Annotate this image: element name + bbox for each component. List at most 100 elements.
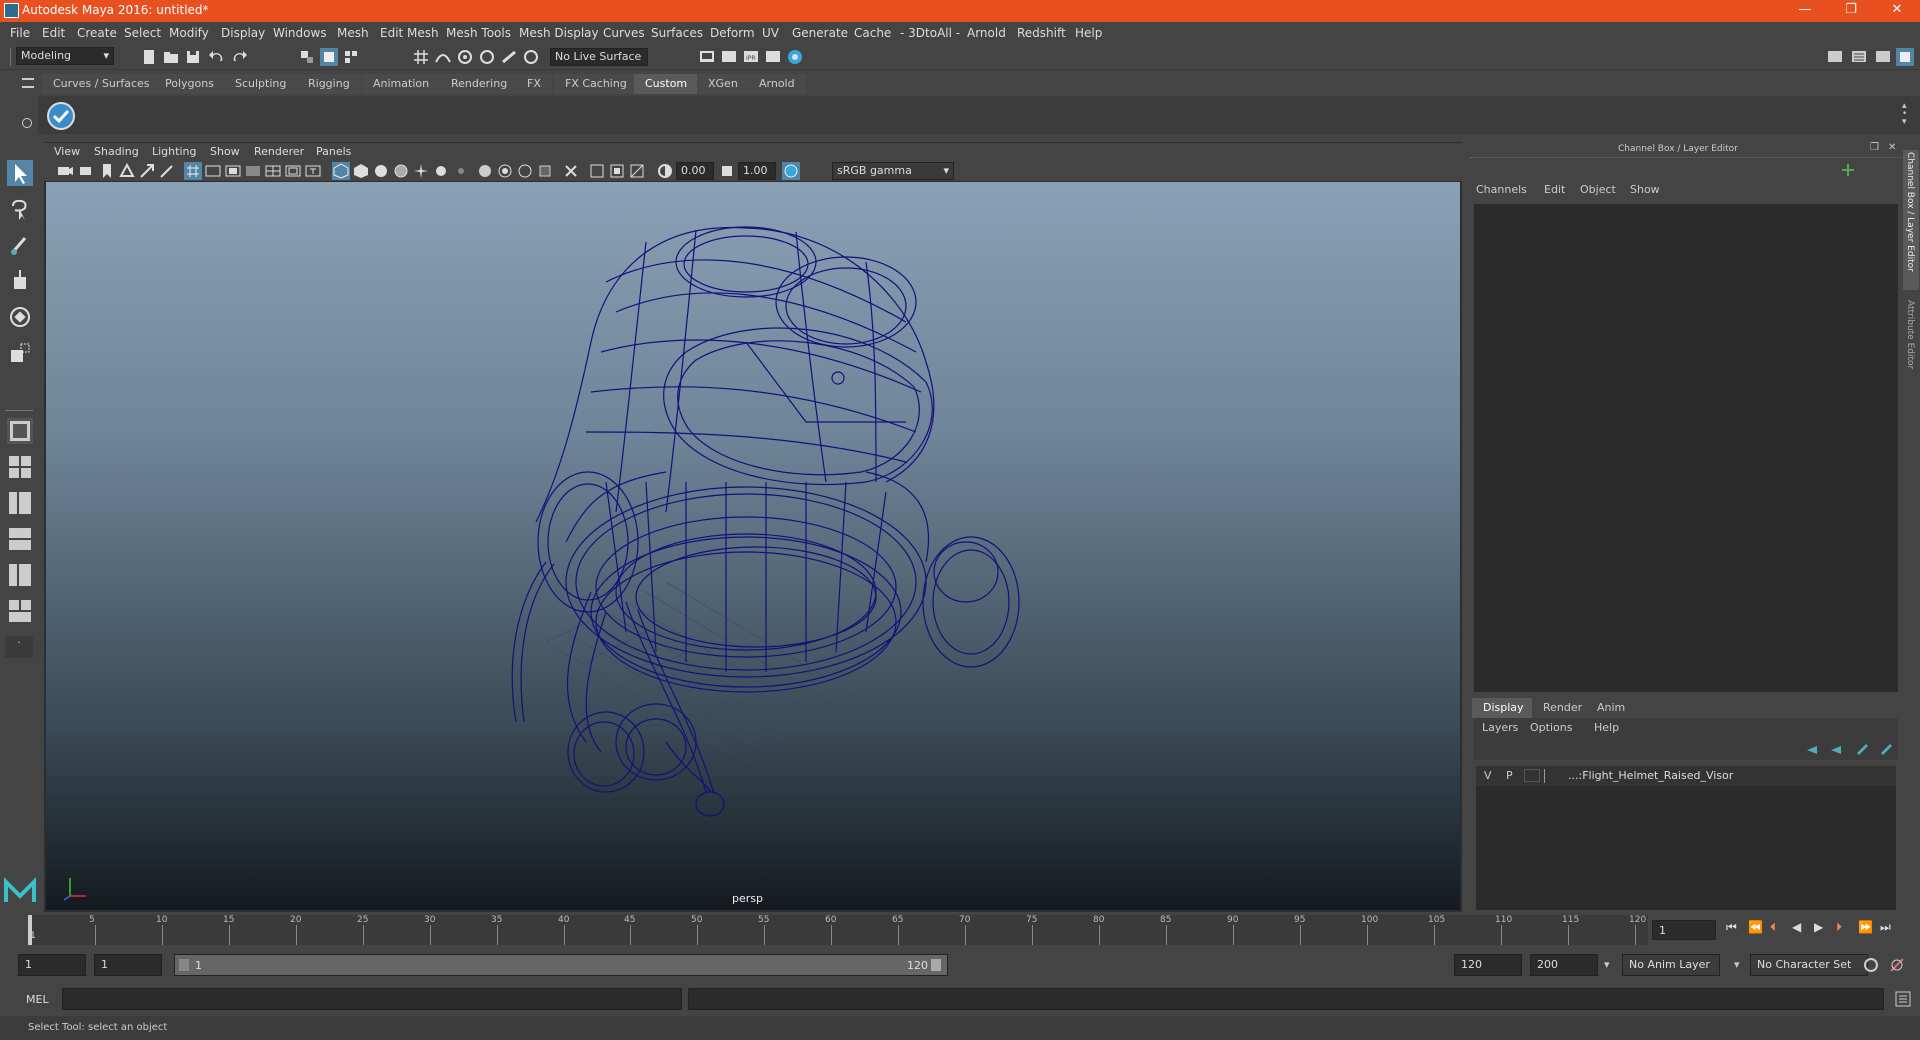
single-perspective-layout-icon[interactable] xyxy=(7,418,33,444)
shelf-tab-animation[interactable]: Animation xyxy=(362,74,441,94)
play-forwards-icon[interactable]: ▶ xyxy=(1814,920,1823,934)
scale-tool-icon[interactable] xyxy=(7,340,33,366)
character-set-dropdown[interactable]: No Character Set xyxy=(1750,954,1868,976)
playback-start-field[interactable]: 1 xyxy=(94,954,162,976)
menu-arnold[interactable]: Arnold xyxy=(967,26,1006,40)
use-all-lights-icon[interactable] xyxy=(412,162,430,180)
live-surface-field[interactable]: No Live Surface xyxy=(550,48,648,66)
menu-layers[interactable]: Layers xyxy=(1482,721,1518,734)
safe-title-icon[interactable] xyxy=(304,162,322,180)
helmet-wireframe-model[interactable] xyxy=(46,182,1460,910)
range-end-handle[interactable] xyxy=(931,959,941,971)
snap-toggle-icon[interactable] xyxy=(522,48,540,66)
anim-layer-dropdown[interactable]: No Anim Layer xyxy=(1622,954,1720,976)
screen-space-ao-icon[interactable] xyxy=(452,162,470,180)
layer-visibility-toggle[interactable]: V xyxy=(1484,769,1492,782)
xray-active-components-icon[interactable] xyxy=(608,162,626,180)
select-by-component-icon[interactable] xyxy=(342,48,360,66)
time-slider-track[interactable]: 1 5 10 15 20 25 30 35 40 45 50 55 60 65 70 75 80 85 90 95 1… xyxy=(28,915,1648,945)
shelf-tab-xgen[interactable]: XGen xyxy=(697,74,749,94)
mel-label[interactable]: MEL xyxy=(26,993,49,1006)
grease-pencil-icon[interactable] xyxy=(158,162,176,180)
xray-joints-icon[interactable] xyxy=(588,162,606,180)
custom-check-shelf-icon[interactable] xyxy=(46,101,76,131)
layer-row[interactable]: V P ...:Flight_Helmet_Raised_Visor xyxy=(1476,766,1896,786)
hypershade-layout-icon[interactable] xyxy=(7,598,33,624)
new-scene-icon[interactable] xyxy=(140,48,158,66)
2d-pan-zoom-icon[interactable] xyxy=(138,162,156,180)
shelf-tab-sculpting[interactable]: Sculpting xyxy=(224,74,298,94)
step-forward-frame-icon[interactable]: ⏩ xyxy=(1858,920,1873,934)
menu-windows[interactable]: Windows xyxy=(273,26,327,40)
render-view-icon[interactable] xyxy=(698,48,716,66)
resolution-gate-icon[interactable] xyxy=(224,162,242,180)
image-plane-icon[interactable] xyxy=(118,162,136,180)
select-by-hierarchy-icon[interactable] xyxy=(298,48,316,66)
modeling-toolkit-icon[interactable] xyxy=(1826,48,1844,66)
menu-file[interactable]: File xyxy=(10,26,30,40)
menu-cb-edit[interactable]: Edit xyxy=(1544,183,1565,196)
multisample-aa-icon[interactable] xyxy=(496,162,514,180)
layer-color-swatch[interactable] xyxy=(1544,769,1558,783)
render-current-frame-icon[interactable] xyxy=(720,48,738,66)
menu-surfaces[interactable]: Surfaces xyxy=(651,26,703,40)
panel-menu-panels[interactable]: Panels xyxy=(316,145,351,158)
ipr-render-icon[interactable]: IPR xyxy=(742,48,760,66)
menu-cache[interactable]: Cache xyxy=(854,26,891,40)
maximize-button[interactable]: ❐ xyxy=(1828,0,1874,22)
xray-icon[interactable] xyxy=(562,162,580,180)
panel-menu-shading[interactable]: Shading xyxy=(94,145,139,158)
menu-select[interactable]: Select xyxy=(124,26,161,40)
textured-icon[interactable] xyxy=(392,162,410,180)
move-tool-icon[interactable] xyxy=(7,268,33,294)
paint-select-tool-icon[interactable] xyxy=(7,232,33,258)
menu-modify[interactable]: Modify xyxy=(169,26,209,40)
new-layer-icon[interactable] xyxy=(1854,741,1870,757)
four-view-layout-icon[interactable] xyxy=(7,454,33,480)
menu-layer-help[interactable]: Help xyxy=(1594,721,1619,734)
open-scene-icon[interactable] xyxy=(162,48,180,66)
menu-mesh-tools[interactable]: Mesh Tools xyxy=(446,26,511,40)
shelf-scroll-arrows[interactable]: ▴ • ▾ xyxy=(1902,102,1912,128)
save-scene-icon[interactable] xyxy=(184,48,202,66)
hypershade-icon[interactable] xyxy=(786,48,804,66)
manipulator-icon[interactable] xyxy=(1840,162,1856,178)
chevron-down-icon[interactable]: ▾ xyxy=(1604,958,1610,971)
undo-icon[interactable] xyxy=(208,48,226,66)
menu-object[interactable]: Object xyxy=(1580,183,1616,196)
side-tab-channel-box[interactable]: Channel Box / Layer Editor xyxy=(1903,150,1919,290)
status-line-handle[interactable] xyxy=(10,48,11,66)
go-to-start-icon[interactable]: ⏮ xyxy=(1726,920,1737,935)
shelf-tab-polygons[interactable]: Polygons xyxy=(154,74,225,94)
depth-of-field-icon[interactable] xyxy=(516,162,534,180)
animation-start-field[interactable]: 1 xyxy=(18,954,86,976)
tab-display[interactable]: Display xyxy=(1472,698,1535,718)
shelf-tab-curves-surfaces[interactable]: Curves / Surfaces xyxy=(42,74,161,94)
shelf-tab-rigging[interactable]: Rigging xyxy=(297,74,361,94)
gamma-field[interactable]: 1.00 xyxy=(738,162,776,180)
exposure-field[interactable]: 0.00 xyxy=(676,162,714,180)
command-input[interactable] xyxy=(62,988,682,1010)
menu-help[interactable]: Help xyxy=(1075,26,1102,40)
new-layer-selected-icon[interactable] xyxy=(1878,741,1894,757)
tab-anim[interactable]: Anim xyxy=(1586,698,1637,718)
side-tab-attribute-editor[interactable]: Attribute Editor xyxy=(1903,298,1919,388)
tool-settings-toggle-icon[interactable] xyxy=(1874,48,1892,66)
move-layer-up-icon[interactable] xyxy=(1804,741,1820,757)
shelf-settings-icon[interactable] xyxy=(22,118,32,128)
close-panel-icon[interactable]: ✕ xyxy=(1888,142,1896,153)
color-management-icon[interactable] xyxy=(782,162,800,180)
field-chart-icon[interactable] xyxy=(264,162,282,180)
shadows-icon[interactable] xyxy=(432,162,450,180)
snap-to-view-plane-icon[interactable] xyxy=(478,48,496,66)
snap-to-grid-icon[interactable] xyxy=(412,48,430,66)
camera-attributes-icon[interactable] xyxy=(78,162,96,180)
exposure-icon[interactable] xyxy=(656,162,674,180)
grid-toggle-icon[interactable] xyxy=(184,162,202,180)
gamma-icon[interactable] xyxy=(718,162,736,180)
motion-blur-icon[interactable] xyxy=(476,162,494,180)
shelf-tab-fx[interactable]: FX xyxy=(516,74,552,94)
shelf-tab-arnold[interactable]: Arnold xyxy=(748,74,806,94)
tab-render[interactable]: Render xyxy=(1532,698,1594,718)
menu-curves[interactable]: Curves xyxy=(603,26,645,40)
